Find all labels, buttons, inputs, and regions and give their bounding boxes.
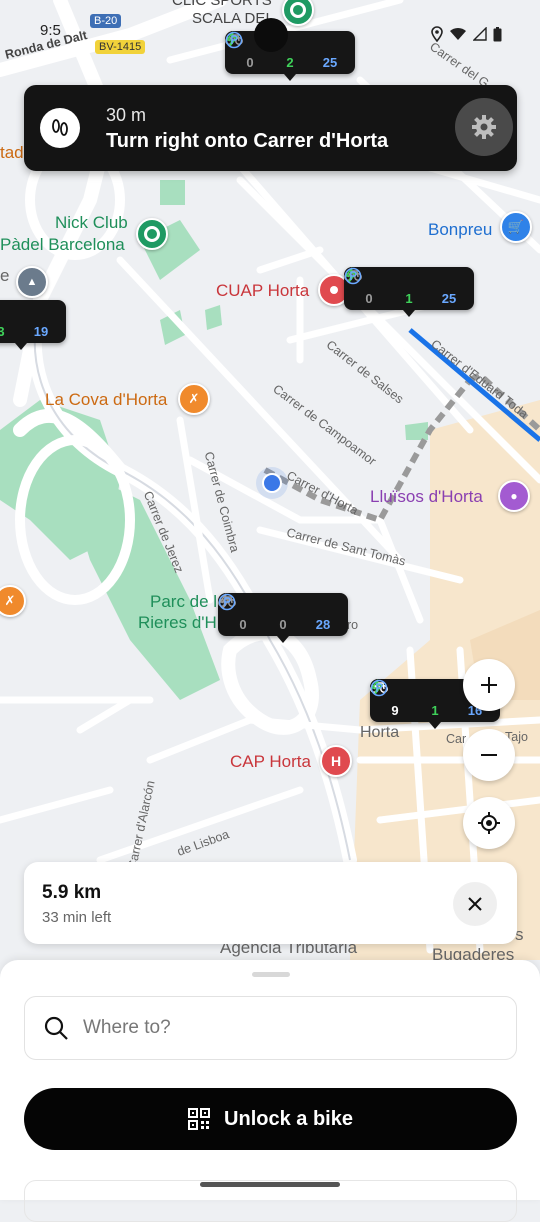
station-ebikes: 1 bbox=[370, 679, 454, 718]
maneuver-icon-container bbox=[40, 108, 80, 148]
station-ebikes-count: 0 bbox=[279, 617, 287, 632]
sheet-drag-handle[interactable] bbox=[252, 972, 290, 977]
minus-icon bbox=[481, 754, 497, 756]
wifi-icon bbox=[450, 27, 466, 40]
user-location-dot bbox=[262, 473, 282, 493]
station-bikes-count: 0 bbox=[239, 617, 247, 632]
destination-search-input[interactable]: Where to? bbox=[24, 996, 517, 1060]
culture-pin[interactable]: ● bbox=[498, 480, 530, 512]
station-docks-count: 25 bbox=[322, 55, 338, 70]
poi-cap-horta: CAP Horta bbox=[230, 752, 311, 771]
locate-me-button[interactable] bbox=[463, 797, 515, 849]
station-bikes-count: 9 bbox=[391, 703, 399, 718]
station-docks-count: 25 bbox=[441, 291, 457, 306]
unlock-bike-button[interactable]: Unlock a bike bbox=[24, 1088, 517, 1150]
station-bikes-count: 0 bbox=[365, 291, 373, 306]
gear-icon bbox=[472, 115, 496, 139]
station-ebikes-count: 1 bbox=[431, 703, 439, 718]
cart-icon: 🛒 bbox=[507, 219, 525, 234]
bottom-sheet[interactable]: Where to? Unlock a bike bbox=[0, 960, 540, 1222]
station-bikes-count: 0 bbox=[246, 55, 254, 70]
station-docks-count: 19 bbox=[33, 324, 49, 339]
status-icons bbox=[431, 26, 502, 42]
station-ebikes: 0 bbox=[218, 593, 302, 632]
close-icon bbox=[468, 897, 482, 911]
poi-cuap-horta: CUAP Horta bbox=[216, 281, 310, 300]
navigation-banner[interactable]: 30 m Turn right onto Carrer d'Horta bbox=[24, 85, 517, 171]
cutlery-icon: ✗ bbox=[188, 391, 200, 406]
station-ebikes-count: 2 bbox=[286, 55, 294, 70]
crosshair-icon bbox=[478, 812, 500, 834]
road-badge-b20: B-20 bbox=[90, 14, 122, 28]
battery-icon bbox=[493, 26, 502, 41]
station-ebikes-count: 1 bbox=[405, 291, 413, 306]
trip-time-left: 33 min left bbox=[42, 909, 112, 926]
road-badge-bv1415: BV-1415 bbox=[95, 40, 146, 54]
sports-icon bbox=[290, 2, 306, 18]
unlock-bike-label: Unlock a bike bbox=[224, 1107, 353, 1130]
shopping-pin[interactable]: 🛒 bbox=[500, 211, 532, 243]
footsteps-icon bbox=[52, 119, 68, 136]
street-horta: Horta bbox=[360, 724, 400, 741]
bike-station-marker[interactable]: 0 2 25 bbox=[225, 31, 355, 81]
navigation-settings-button[interactable] bbox=[455, 98, 513, 156]
graduation-cap-icon: ▲ bbox=[26, 276, 38, 288]
dot-icon bbox=[330, 286, 338, 294]
location-icon bbox=[431, 26, 443, 42]
station-ebikes: 1 bbox=[344, 267, 428, 306]
search-icon bbox=[44, 1016, 68, 1040]
poi-la-cova: La Cova d'Horta bbox=[45, 390, 168, 409]
station-docks: 25 bbox=[344, 267, 468, 306]
restaurant-pin[interactable]: ✗ bbox=[178, 383, 210, 415]
cutlery-icon: ✗ bbox=[4, 593, 16, 608]
station-docks: 19 bbox=[22, 304, 60, 339]
poi-nick-club-name: Nick Club bbox=[55, 213, 128, 232]
poi-nick-club-subtitle: Pàdel Barcelona bbox=[0, 235, 125, 254]
camera-cutout bbox=[254, 18, 288, 52]
poi-parc-name: Parc de l bbox=[150, 592, 218, 611]
poi-e-fragment: e bbox=[0, 266, 10, 285]
trip-distance: 5.9 km bbox=[42, 882, 102, 903]
poi-bonpreu: Bonpreu bbox=[428, 220, 493, 239]
poi-parc-subtitle: Rieres d'H bbox=[138, 613, 217, 632]
station-ebikes-count: 3 bbox=[0, 324, 5, 339]
street-car: Car bbox=[446, 732, 467, 746]
parking-icon bbox=[370, 679, 388, 697]
sports-icon bbox=[144, 226, 160, 242]
bike-station-marker[interactable]: 0 0 28 bbox=[218, 593, 348, 643]
status-time: 9:5 bbox=[40, 22, 61, 39]
station-docks: 28 bbox=[218, 593, 342, 632]
parking-icon bbox=[344, 267, 362, 285]
theater-mask-icon: ● bbox=[510, 489, 518, 503]
search-placeholder: Where to? bbox=[83, 1017, 171, 1038]
home-indicator[interactable] bbox=[200, 1182, 340, 1187]
parking-icon bbox=[225, 31, 243, 49]
station-docks: 25 bbox=[225, 31, 349, 70]
station-docks-count: 28 bbox=[315, 617, 331, 632]
bike-station-marker[interactable]: 3 19 bbox=[0, 300, 66, 350]
parking-icon bbox=[218, 593, 236, 611]
qr-code-icon bbox=[188, 1108, 211, 1130]
maneuver-instruction: Turn right onto Carrer d'Horta bbox=[106, 130, 389, 152]
poi-clic-sports: CLIC SPORTS bbox=[172, 0, 272, 9]
poi-lluisos: Lluïsos d'Horta bbox=[370, 487, 483, 506]
trip-summary-card[interactable]: 5.9 km 33 min left bbox=[24, 862, 517, 944]
bike-station-marker[interactable]: 0 1 25 bbox=[344, 267, 474, 317]
station-ebikes: 3 bbox=[0, 304, 20, 339]
sports-pin[interactable] bbox=[136, 218, 168, 250]
poi-tad: tad bbox=[0, 143, 24, 162]
plus-icon bbox=[481, 677, 497, 693]
hospital-pin[interactable]: H bbox=[320, 745, 352, 777]
zoom-out-button[interactable] bbox=[463, 729, 515, 781]
zoom-in-button[interactable] bbox=[463, 659, 515, 711]
signal-icon bbox=[473, 27, 487, 41]
education-pin[interactable]: ▲ bbox=[16, 266, 48, 298]
hospital-icon: H bbox=[330, 753, 342, 769]
end-trip-button[interactable] bbox=[453, 882, 497, 926]
maneuver-distance: 30 m bbox=[106, 105, 147, 125]
